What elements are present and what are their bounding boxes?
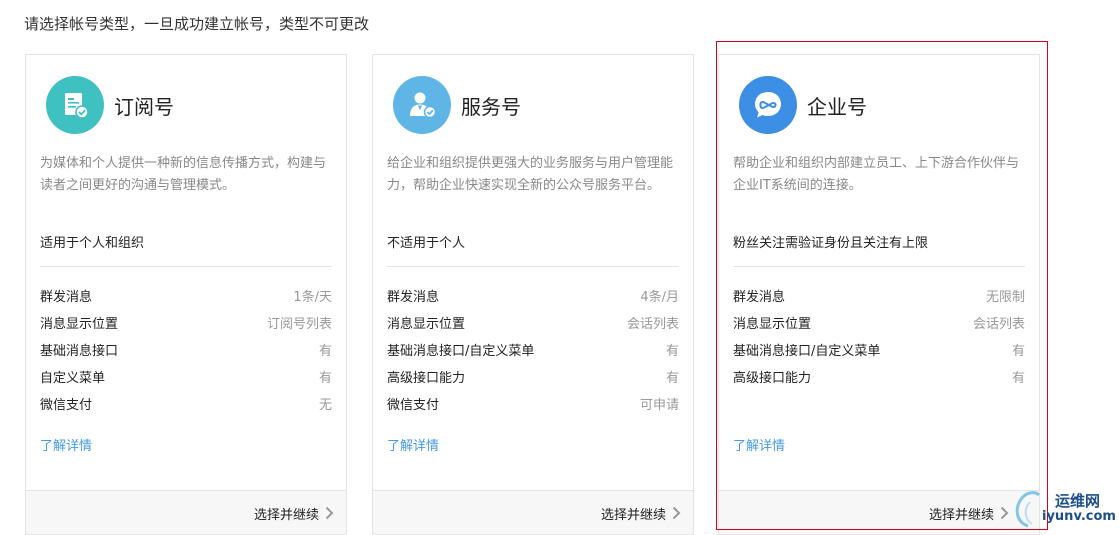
card-header: 订阅号 [46, 76, 174, 134]
feature-row: 消息显示位置 会话列表 [387, 314, 679, 341]
feature-row: 消息显示位置 会话列表 [733, 314, 1025, 341]
watermark-domain: iyunv.com [1042, 509, 1116, 524]
feature-name: 高级接口能力 [387, 371, 466, 386]
feature-row: 高级接口能力 有 [387, 368, 679, 395]
feature-value: 有 [1011, 371, 1025, 386]
feature-name: 基础消息接口/自定义菜单 [733, 344, 881, 359]
feature-name: 基础消息接口 [40, 344, 119, 359]
learn-more-link[interactable]: 了解详情 [40, 435, 92, 454]
chevron-right-icon [672, 506, 681, 520]
feature-row: 基础消息接口/自定义菜单 有 [733, 341, 1025, 368]
feature-value: 可申请 [639, 398, 679, 413]
card-description: 为媒体和个人提供一种新的信息传播方式，构建与读者之间更好的沟通与管理模式。 [40, 156, 327, 193]
feature-value: 有 [318, 371, 332, 386]
card-title: 企业号 [807, 94, 867, 119]
feature-value: 有 [318, 344, 332, 359]
document-check-icon [46, 76, 104, 134]
chat-bubble-infinity-icon [739, 76, 797, 134]
feature-row: 群发消息 1条/天 [40, 287, 332, 314]
feature-value: 会话列表 [626, 317, 679, 332]
person-check-icon [393, 76, 451, 134]
feature-list: 群发消息 1条/天 消息显示位置 订阅号列表 基础消息接口有 自定义菜单有 微信支付… [40, 287, 332, 422]
select-continue-button[interactable]: 选择并继续 [601, 491, 681, 535]
account-card-subscription: 订阅号 为媒体和个人提供一种新的信息传播方式，构建与读者之间更好的沟通与管理模式… [25, 54, 347, 535]
watermark-title: 运维网 [1055, 492, 1101, 510]
feature-name: 群发消息 [387, 290, 440, 305]
card-footer: 选择并继续 [719, 490, 1039, 534]
feature-value: 有 [665, 371, 679, 386]
chevron-right-icon [325, 506, 334, 520]
card-footer: 选择并继续 [26, 490, 346, 534]
card-suitability: 不适用于个人 [387, 233, 679, 267]
card-suitability: 粉丝关注需验证身份且关注有上限 [733, 233, 1025, 267]
select-continue-label: 选择并继续 [928, 507, 994, 523]
feature-value: 4条/月 [640, 290, 679, 305]
feature-value: 订阅号列表 [266, 317, 332, 332]
card-suitability: 适用于个人和组织 [40, 233, 332, 267]
feature-row: 高级接口能力 有 [733, 368, 1025, 395]
feature-name: 消息显示位置 [733, 317, 812, 332]
feature-row: 基础消息接口/自定义菜单 有 [387, 341, 679, 368]
card-description: 帮助企业和组织内部建立员工、上下游合作伙伴与企业IT系统间的连接。 [733, 156, 1020, 193]
feature-value: 无 [318, 398, 332, 413]
feature-name: 基础消息接口/自定义菜单 [387, 344, 535, 359]
feature-row: 微信支付 无 [40, 395, 332, 422]
feature-value: 1条/天 [293, 290, 332, 305]
feature-name: 消息显示位置 [40, 317, 119, 332]
card-title: 服务号 [461, 94, 521, 119]
page-heading: 请选择帐号类型，一旦成功建立帐号，类型不可更改 [24, 15, 370, 33]
feature-name: 微信支付 [40, 398, 93, 413]
feature-name: 自定义菜单 [40, 371, 106, 386]
card-description: 给企业和组织提供更强大的业务服务与用户管理能力，帮助企业快速实现全新的公众号服务… [387, 156, 674, 193]
card-title: 订阅号 [114, 94, 174, 119]
feature-value: 有 [1011, 344, 1025, 359]
feature-list: 群发消息 4条/月 消息显示位置 会话列表 基础消息接口/自定义菜单有 高级接口能力… [387, 287, 679, 422]
learn-more-link[interactable]: 了解详情 [733, 435, 785, 454]
feature-value: 会话列表 [972, 317, 1025, 332]
feature-row: 群发消息 无限制 [733, 287, 1025, 314]
feature-value: 无限制 [985, 290, 1025, 305]
select-continue-label: 选择并继续 [253, 507, 319, 523]
feature-name: 群发消息 [40, 290, 93, 305]
feature-name: 群发消息 [733, 290, 786, 305]
feature-name: 微信支付 [387, 398, 440, 413]
card-header: 企业号 [739, 76, 867, 134]
feature-list: 群发消息 无限制 消息显示位置 会话列表 基础消息接口/自定义菜单有 高级接口能力有 [733, 287, 1025, 395]
site-watermark: 运维网 iyunv.com [1012, 486, 1119, 530]
feature-value: 有 [665, 344, 679, 359]
feature-name: 高级接口能力 [733, 371, 812, 386]
card-footer: 选择并继续 [373, 490, 693, 534]
select-continue-button[interactable]: 选择并继续 [254, 491, 334, 535]
feature-row: 基础消息接口 有 [40, 341, 332, 368]
select-continue-button[interactable]: 选择并继续 [929, 491, 1009, 535]
feature-row: 群发消息 4条/月 [387, 287, 679, 314]
account-card-service: 服务号 给企业和组织提供更强大的业务服务与用户管理能力，帮助企业快速实现全新的公… [372, 54, 694, 535]
feature-row: 消息显示位置 订阅号列表 [40, 314, 332, 341]
card-header: 服务号 [393, 76, 521, 134]
select-continue-label: 选择并继续 [600, 507, 666, 523]
account-card-enterprise: 企业号 帮助企业和组织内部建立员工、上下游合作伙伴与企业IT系统间的连接。 粉丝… [718, 54, 1040, 535]
learn-more-link[interactable]: 了解详情 [387, 435, 439, 454]
chevron-right-icon [1000, 506, 1009, 520]
feature-row: 自定义菜单 有 [40, 368, 332, 395]
feature-name: 消息显示位置 [387, 317, 466, 332]
feature-row: 微信支付 可申请 [387, 395, 679, 422]
